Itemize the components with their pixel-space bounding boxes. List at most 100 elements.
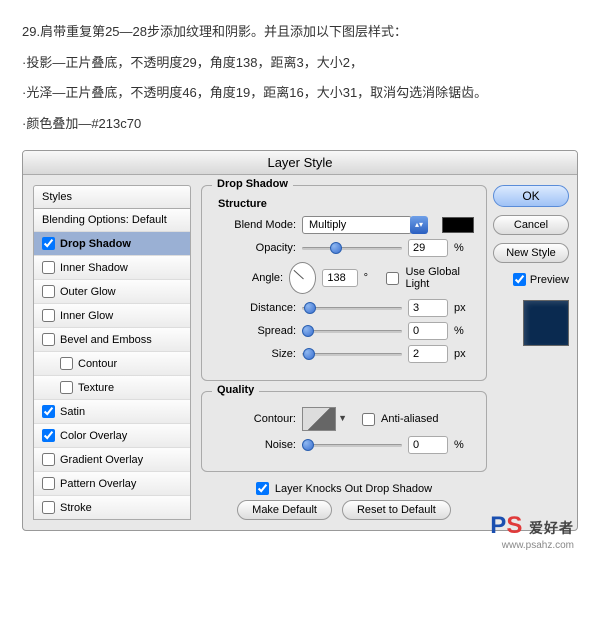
style-label: Texture: [78, 382, 114, 394]
angle-input[interactable]: 138: [322, 269, 357, 287]
style-checkbox[interactable]: [42, 333, 55, 346]
contour-row: Contour: ▼ Anti-aliased: [214, 407, 474, 431]
spread-slider[interactable]: [302, 324, 402, 338]
style-row-bevel-and-emboss[interactable]: Bevel and Emboss: [34, 328, 190, 352]
style-label: Drop Shadow: [60, 238, 131, 250]
style-checkbox[interactable]: [42, 309, 55, 322]
style-label: Outer Glow: [60, 286, 116, 298]
styles-column: Styles Blending Options: Default Drop Sh…: [33, 185, 191, 520]
article-p4: ·颜色叠加—#213c70: [22, 110, 578, 139]
opacity-slider[interactable]: [302, 241, 402, 255]
spread-unit: %: [454, 325, 474, 337]
preview-swatch: [523, 300, 569, 346]
new-style-button[interactable]: New Style: [493, 243, 569, 263]
article-p3: ·光泽—正片叠底，不透明度46，角度19，距离16，大小31，取消勾选消除锯齿。: [22, 79, 578, 108]
noise-label: Noise:: [214, 439, 296, 451]
size-label: Size:: [214, 348, 296, 360]
noise-input[interactable]: 0: [408, 436, 448, 454]
chevron-updown-icon: ▴▾: [410, 216, 428, 234]
angle-dial[interactable]: [289, 262, 316, 294]
anti-aliased-label: Anti-aliased: [381, 413, 438, 425]
distance-label: Distance:: [214, 302, 296, 314]
style-row-pattern-overlay[interactable]: Pattern Overlay: [34, 472, 190, 496]
cancel-button[interactable]: Cancel: [493, 215, 569, 235]
style-checkbox[interactable]: [42, 501, 55, 514]
style-row-inner-shadow[interactable]: Inner Shadow: [34, 256, 190, 280]
default-buttons-row: Make Default Reset to Default: [201, 500, 487, 520]
preview-label: Preview: [530, 274, 569, 286]
angle-label: Angle:: [214, 272, 283, 284]
dialog-title: Layer Style: [23, 151, 577, 175]
blending-options-label: Blending Options: Default: [42, 214, 167, 226]
style-checkbox[interactable]: [42, 285, 55, 298]
distance-input[interactable]: 3: [408, 299, 448, 317]
article-p2: ·投影—正片叠底，不透明度29，角度138，距离3，大小2，: [22, 49, 578, 78]
action-column: OK Cancel New Style Preview: [497, 185, 569, 520]
spread-label: Spread:: [214, 325, 296, 337]
shadow-color-swatch[interactable]: [442, 217, 474, 233]
watermark-logo: PS 爱好者: [490, 512, 574, 540]
style-checkbox[interactable]: [42, 405, 55, 418]
contour-picker[interactable]: ▼: [302, 407, 336, 431]
ok-button[interactable]: OK: [493, 185, 569, 207]
style-checkbox[interactable]: [42, 261, 55, 274]
style-label: Color Overlay: [60, 430, 127, 442]
anti-aliased-checkbox[interactable]: [362, 413, 375, 426]
reset-default-button[interactable]: Reset to Default: [342, 500, 451, 520]
drop-shadow-title: Drop Shadow: [212, 178, 293, 190]
style-label: Stroke: [60, 502, 92, 514]
noise-row: Noise: 0 %: [214, 436, 474, 454]
blend-mode-row: Blend Mode: Multiply ▴▾: [214, 216, 474, 234]
use-global-light-checkbox[interactable]: [386, 272, 399, 285]
styles-header[interactable]: Styles: [33, 185, 191, 208]
opacity-input[interactable]: 29: [408, 239, 448, 257]
style-row-inner-glow[interactable]: Inner Glow: [34, 304, 190, 328]
size-slider[interactable]: [302, 347, 402, 361]
noise-slider[interactable]: [302, 438, 402, 452]
size-input[interactable]: 2: [408, 345, 448, 363]
style-checkbox[interactable]: [60, 357, 73, 370]
style-label: Contour: [78, 358, 117, 370]
size-row: Size: 2 px: [214, 345, 474, 363]
noise-unit: %: [454, 439, 474, 451]
quality-title: Quality: [212, 384, 259, 396]
style-row-satin[interactable]: Satin: [34, 400, 190, 424]
style-row-stroke[interactable]: Stroke: [34, 496, 190, 519]
style-label: Gradient Overlay: [60, 454, 143, 466]
styles-list: Blending Options: Default Drop Shadow Inn…: [33, 208, 191, 520]
knock-out-checkbox[interactable]: [256, 482, 269, 495]
angle-unit: °: [364, 272, 381, 284]
size-unit: px: [454, 348, 474, 360]
make-default-button[interactable]: Make Default: [237, 500, 332, 520]
style-row-texture[interactable]: Texture: [34, 376, 190, 400]
blend-mode-select[interactable]: Multiply ▴▾: [302, 216, 428, 234]
style-checkbox[interactable]: [60, 381, 73, 394]
style-row-color-overlay[interactable]: Color Overlay: [34, 424, 190, 448]
style-row-contour[interactable]: Contour: [34, 352, 190, 376]
distance-row: Distance: 3 px: [214, 299, 474, 317]
spread-row: Spread: 0 %: [214, 322, 474, 340]
spread-input[interactable]: 0: [408, 322, 448, 340]
style-checkbox[interactable]: [42, 237, 55, 250]
opacity-label: Opacity:: [214, 242, 296, 254]
contour-label: Contour:: [214, 413, 296, 425]
style-checkbox[interactable]: [42, 477, 55, 490]
style-row-gradient-overlay[interactable]: Gradient Overlay: [34, 448, 190, 472]
chevron-down-icon: ▼: [338, 413, 347, 423]
distance-slider[interactable]: [302, 301, 402, 315]
structure-title: Structure: [218, 198, 474, 210]
preview-checkbox[interactable]: [513, 273, 526, 286]
settings-column: Drop Shadow Structure Blend Mode: Multip…: [201, 185, 487, 520]
style-label: Inner Glow: [60, 310, 113, 322]
style-row-drop-shadow[interactable]: Drop Shadow: [34, 232, 190, 256]
layer-style-dialog: Layer Style Styles Blending Options: Def…: [22, 150, 578, 531]
article-text: 29.肩带重复第25—28步添加纹理和阴影。并且添加以下图层样式： ·投影—正片…: [0, 0, 600, 150]
watermark-url: www.psahz.com: [490, 540, 574, 551]
watermark: PS 爱好者 www.psahz.com: [490, 512, 574, 551]
opacity-unit: %: [454, 242, 474, 254]
style-row-outer-glow[interactable]: Outer Glow: [34, 280, 190, 304]
quality-group: Quality Contour: ▼ Anti-aliased Noise: 0…: [201, 391, 487, 472]
style-checkbox[interactable]: [42, 453, 55, 466]
style-checkbox[interactable]: [42, 429, 55, 442]
blending-options-row[interactable]: Blending Options: Default: [34, 209, 190, 232]
